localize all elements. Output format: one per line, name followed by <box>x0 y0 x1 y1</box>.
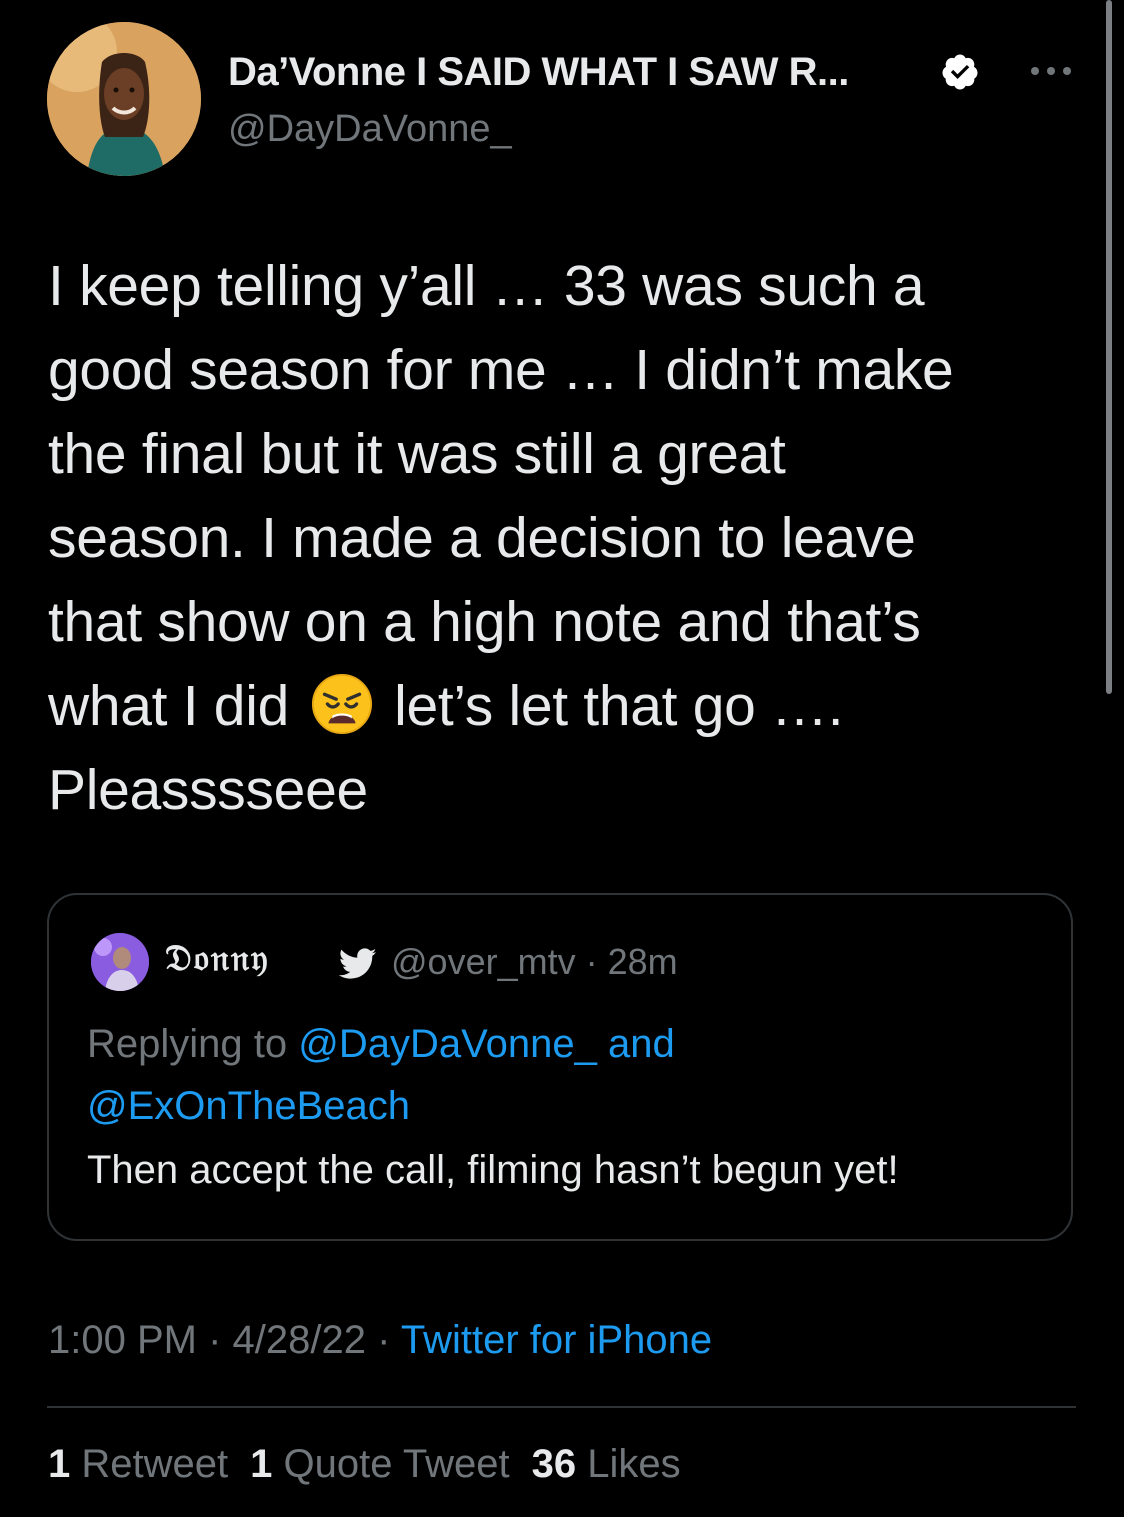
divider <box>47 1406 1076 1408</box>
author-handle[interactable]: @DayDaVonne_ <box>228 108 512 151</box>
replying-user-link[interactable]: @DayDaVonne_ <box>298 1022 597 1066</box>
replying-user-link[interactable]: @ExOnTheBeach <box>87 1084 410 1128</box>
replying-and: and <box>607 1022 675 1066</box>
replying-to: Replying to @DayDaVonne_ and @ExOnTheBea… <box>87 1013 1047 1137</box>
quote-tweets-count: 1 <box>250 1442 273 1486</box>
tweet-line: the final but it was still a great <box>48 422 786 486</box>
tweet-meta: 1:00 PM · 4/28/22 · Twitter for iPhone <box>48 1318 712 1363</box>
scrollbar[interactable] <box>1106 0 1112 694</box>
tweet-line: good season for me … I didn’t make <box>48 338 954 402</box>
retweets-count: 1 <box>48 1442 71 1486</box>
tweet-line-with-emoji: what I did let’s let that go …. <box>48 664 1098 748</box>
likes-label: Likes <box>587 1442 681 1486</box>
quoted-avatar[interactable] <box>91 933 149 991</box>
quoted-tweet-text: Then accept the call, filming hasn’t beg… <box>87 1148 899 1192</box>
quoted-handle-time[interactable]: @over_mtv · 28m <box>391 941 678 983</box>
quote-tweets-label: Quote Tweet <box>283 1442 510 1486</box>
quote-tweets-stat[interactable]: 1 Quote Tweet <box>250 1442 509 1486</box>
tweet-line-part: let’s let that go …. <box>394 674 844 738</box>
replying-prefix: Replying to <box>87 1022 288 1066</box>
quoted-tweet-card[interactable]: 𝔇𝔬𝔫𝔫𝔶 @over_mtv · 28m Replying to @DayDa… <box>47 893 1073 1241</box>
tweet-time[interactable]: 1:00 PM <box>48 1318 197 1362</box>
tweet-text: I keep telling y’all … 33 was such a goo… <box>48 244 1098 832</box>
quoted-display-name[interactable]: 𝔇𝔬𝔫𝔫𝔶 <box>165 937 270 980</box>
author-display-name[interactable]: Da’Vonne I SAID WHAT I SAW R... <box>228 50 849 95</box>
retweets-stat[interactable]: 1 Retweet <box>48 1442 228 1486</box>
weary-face-emoji-icon <box>311 673 372 735</box>
tweet-line: that show on a high note and that’s <box>48 590 921 654</box>
tweet-line: I keep telling y’all … 33 was such a <box>48 254 925 318</box>
tweet-date[interactable]: 4/28/22 <box>233 1318 366 1362</box>
tweet-line-part: what I did <box>48 674 289 738</box>
likes-count: 36 <box>531 1442 577 1486</box>
tweet-source-link[interactable]: Twitter for iPhone <box>401 1318 712 1362</box>
meta-separator: · <box>208 1318 222 1362</box>
tweet-stats: 1 Retweet 1 Quote Tweet 36 Likes <box>48 1442 681 1487</box>
verified-badge-icon <box>942 54 978 90</box>
more-options-icon[interactable] <box>1028 60 1074 82</box>
twitter-bird-icon <box>339 948 377 979</box>
retweets-label: Retweet <box>81 1442 229 1486</box>
likes-stat[interactable]: 36 Likes <box>532 1442 681 1486</box>
author-avatar[interactable] <box>47 22 201 176</box>
tweet-line: season. I made a decision to leave <box>48 506 916 570</box>
meta-separator: · <box>377 1318 391 1362</box>
tweet-line: Pleasssseee <box>48 758 368 822</box>
